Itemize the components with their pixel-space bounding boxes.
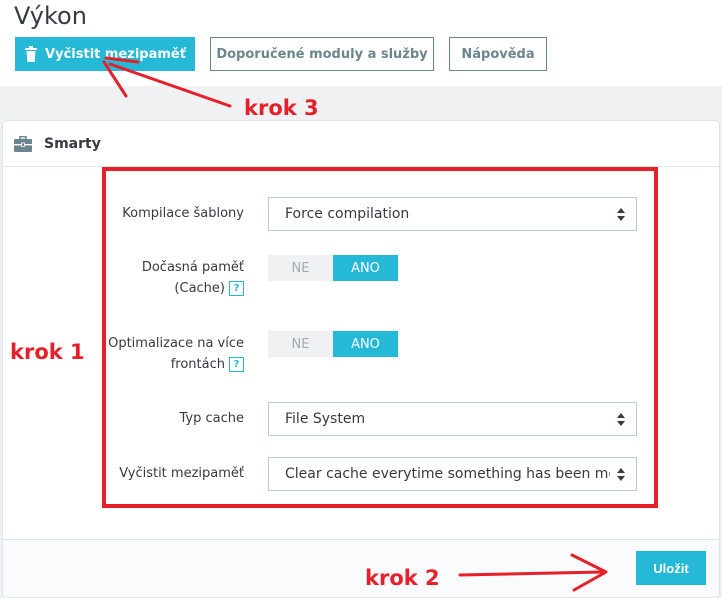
- recommended-modules-button[interactable]: Doporučené moduly a služby: [210, 37, 434, 71]
- clear-cache-button[interactable]: Vyčistit mezipaměť: [15, 37, 195, 71]
- panel-header: Smarty: [3, 121, 719, 167]
- annotation-step-1: krok 1: [10, 340, 85, 364]
- trash-icon: [25, 46, 38, 62]
- annotation-step-3: krok 3: [244, 96, 319, 120]
- annotation-step-2: krok 2: [365, 566, 440, 590]
- help-button[interactable]: Nápověda: [449, 37, 547, 71]
- highlight-box: [102, 167, 658, 508]
- panel-footer: [3, 539, 719, 597]
- panel-title: Smarty: [44, 135, 101, 152]
- briefcase-icon: [14, 135, 32, 152]
- clear-cache-label: Vyčistit mezipaměť: [45, 46, 186, 62]
- save-button[interactable]: Uložit: [636, 551, 706, 585]
- page-title: Výkon: [14, 2, 87, 30]
